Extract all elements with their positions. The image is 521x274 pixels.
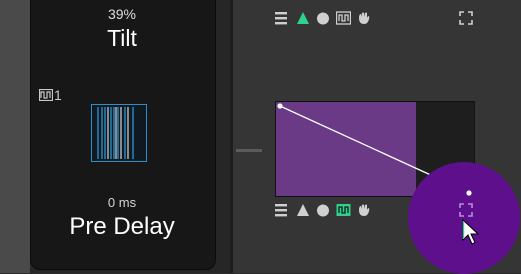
- expand-icon[interactable]: [459, 203, 473, 217]
- envelope-start-point[interactable]: [277, 103, 283, 109]
- waveform-number: 1: [54, 87, 62, 103]
- tilt-label[interactable]: Tilt: [70, 25, 174, 52]
- triangle-icon[interactable]: [296, 203, 310, 217]
- pre-delay-bars-graphic: [97, 107, 134, 159]
- mouse-cursor-icon: [462, 218, 480, 245]
- square-wave-icon[interactable]: [336, 11, 351, 25]
- connector-dash: [236, 149, 262, 152]
- hand-icon[interactable]: [357, 11, 371, 25]
- expand-icon[interactable]: [459, 11, 473, 25]
- triangle-icon[interactable]: [296, 11, 310, 25]
- top-shape-toolbar: [275, 11, 475, 29]
- waveform-selector[interactable]: 1: [39, 87, 62, 103]
- envelope-shaded-region: [276, 102, 416, 196]
- square-wave-icon[interactable]: [336, 203, 351, 217]
- pre-delay-visualizer: [91, 104, 147, 162]
- envelope-end-point[interactable]: [465, 189, 473, 197]
- bottom-shape-toolbar: [275, 203, 475, 221]
- circle-icon[interactable]: [316, 11, 330, 25]
- square-wave-icon: [39, 89, 53, 101]
- left-edge-strip: [0, 0, 30, 273]
- lines-icon[interactable]: [275, 11, 287, 25]
- tilt-value: 39%: [107, 6, 137, 22]
- hand-icon[interactable]: [357, 203, 371, 217]
- pre-delay-value: 0 ms: [107, 195, 137, 210]
- lines-icon[interactable]: [275, 203, 287, 217]
- circle-icon[interactable]: [316, 203, 330, 217]
- pre-delay-label[interactable]: Pre Delay: [50, 213, 194, 241]
